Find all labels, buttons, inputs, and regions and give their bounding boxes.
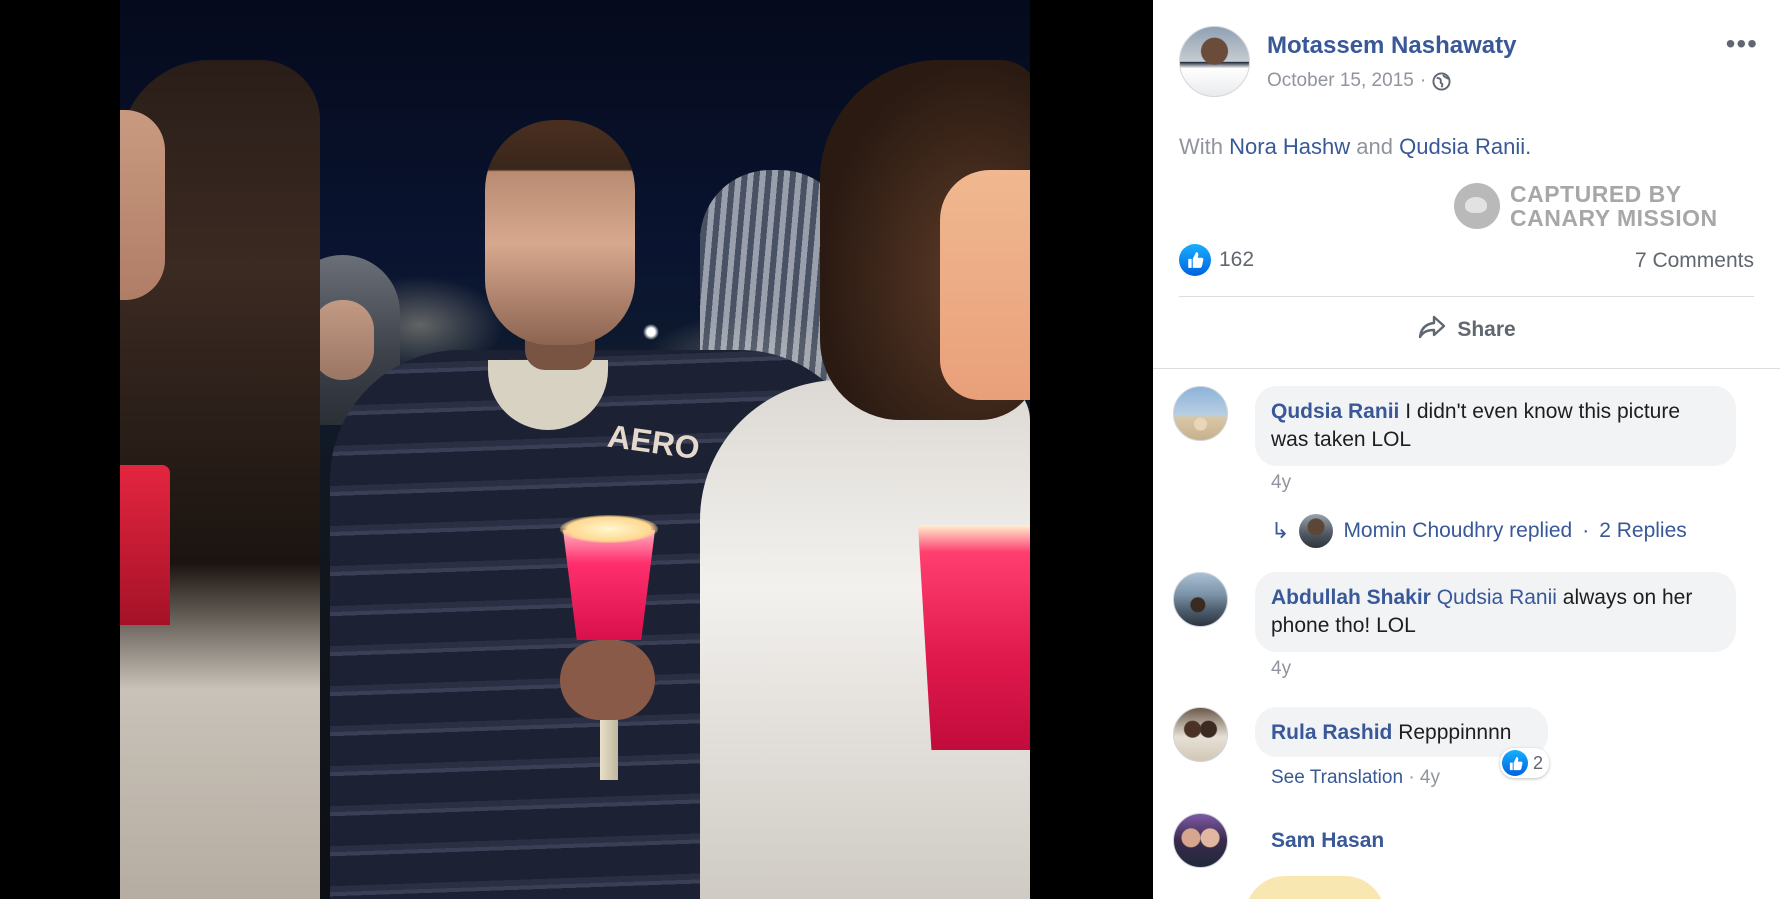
divider — [1179, 296, 1754, 297]
person-right-face — [940, 170, 1030, 400]
commenter-avatar[interactable] — [1173, 707, 1228, 762]
commenter-avatar[interactable] — [1173, 572, 1228, 627]
comment: Qudsia Ranii I didn't even know this pic… — [1173, 386, 1760, 526]
author-name[interactable]: Motassem Nashawaty — [1267, 32, 1516, 60]
reaction-summary[interactable]: 162 — [1179, 244, 1254, 276]
watermark-text: CAPTURED BY CANARY MISSION — [1510, 182, 1718, 230]
replies-separator: · — [1582, 519, 1590, 542]
candle-cup-left — [120, 465, 170, 625]
canary-mission-watermark: CAPTURED BY CANARY MISSION — [1454, 180, 1754, 232]
candle-flame-glow — [560, 515, 658, 543]
comment-reactions[interactable]: 2 — [1500, 748, 1550, 778]
tagged-users-line: With Nora Hashw and Qudsia Ranii. — [1179, 134, 1531, 160]
comment-time[interactable]: 4y — [1420, 767, 1440, 788]
commenter-name[interactable]: Sam Hasan — [1271, 829, 1384, 853]
hand — [560, 640, 655, 720]
post-date[interactable]: October 15, 2015 — [1267, 70, 1414, 92]
tagged-user-link[interactable]: Qudsia Ranii — [1437, 586, 1557, 609]
share-label: Share — [1457, 318, 1516, 341]
comment: Rula Rashid Repppinnnn 2 See Translation… — [1173, 707, 1760, 807]
comment: Abdullah Shakir Qudsia Ranii always on h… — [1173, 572, 1760, 712]
date-separator: · — [1419, 70, 1427, 91]
share-icon — [1417, 314, 1447, 346]
post-header: Motassem Nashawaty October 15, 2015 · ••… — [1179, 26, 1758, 98]
globe-icon[interactable] — [1432, 71, 1451, 91]
comments-count[interactable]: 7 Comments — [1635, 249, 1754, 273]
comment: Sam Hasan — [1173, 813, 1760, 899]
commenter-avatar[interactable] — [1173, 813, 1228, 868]
author-avatar[interactable] — [1179, 26, 1250, 97]
comment-time[interactable]: 4y — [1271, 472, 1291, 494]
tagged-user-link[interactable]: Qudsia Ranii — [1399, 134, 1525, 159]
share-button[interactable]: Share — [1153, 314, 1780, 346]
with-suffix: . — [1525, 134, 1532, 159]
photo-viewer: AERO — [0, 0, 1153, 899]
commenter-avatar[interactable] — [1173, 386, 1228, 441]
with-and: and — [1356, 134, 1394, 159]
candle-cup-center — [563, 530, 655, 640]
comment-bubble: Abdullah Shakir Qudsia Ranii always on h… — [1255, 572, 1736, 652]
tagged-user-link[interactable]: Nora Hashw — [1229, 134, 1350, 159]
with-prefix: With — [1179, 134, 1223, 159]
candle-cup-right — [918, 525, 1030, 750]
person-face — [312, 300, 374, 380]
replies-count: 2 Replies — [1599, 519, 1687, 542]
post-meta: October 15, 2015 · — [1267, 70, 1451, 92]
divider — [1153, 368, 1780, 369]
comment-bubble: Qudsia Ranii I didn't even know this pic… — [1255, 386, 1736, 466]
comment-meta: See Translation · 4y — [1271, 767, 1440, 789]
comment-bubble: Rula Rashid Repppinnnn — [1255, 707, 1548, 757]
sticker-image — [1245, 876, 1385, 899]
hoodie-lettering: AERO — [605, 417, 702, 467]
post-photo[interactable]: AERO — [120, 0, 1030, 899]
post-side-panel: Motassem Nashawaty October 15, 2015 · ••… — [1153, 0, 1780, 899]
watermark-line-2: CANARY MISSION — [1510, 205, 1718, 231]
commenter-name[interactable]: Qudsia Ranii — [1271, 400, 1399, 423]
commenter-name[interactable]: Rula Rashid — [1271, 721, 1392, 744]
like-icon — [1502, 750, 1528, 776]
comment-text: Repppinnnn — [1398, 721, 1512, 744]
meta-separator: · — [1408, 767, 1415, 788]
like-icon — [1179, 244, 1211, 276]
comment-time[interactable]: 4y — [1271, 658, 1291, 680]
watermark-line-1: CAPTURED BY — [1510, 181, 1682, 207]
commenter-name[interactable]: Abdullah Shakir — [1271, 586, 1431, 609]
more-options-icon[interactable]: ••• — [1726, 30, 1758, 58]
person-center-head — [485, 120, 635, 345]
like-count: 162 — [1219, 248, 1255, 271]
canary-logo-icon — [1454, 183, 1500, 229]
see-translation-link[interactable]: See Translation — [1271, 767, 1403, 788]
replies-link[interactable]: ↳ Momin Choudhry replied · 2 Replies — [1271, 514, 1687, 548]
reaction-count: 2 — [1533, 752, 1544, 773]
replier-text: Momin Choudhry replied — [1343, 519, 1573, 542]
person-left-face — [120, 110, 165, 300]
reply-arrow-icon: ↳ — [1271, 518, 1290, 543]
replier-avatar — [1299, 514, 1334, 548]
